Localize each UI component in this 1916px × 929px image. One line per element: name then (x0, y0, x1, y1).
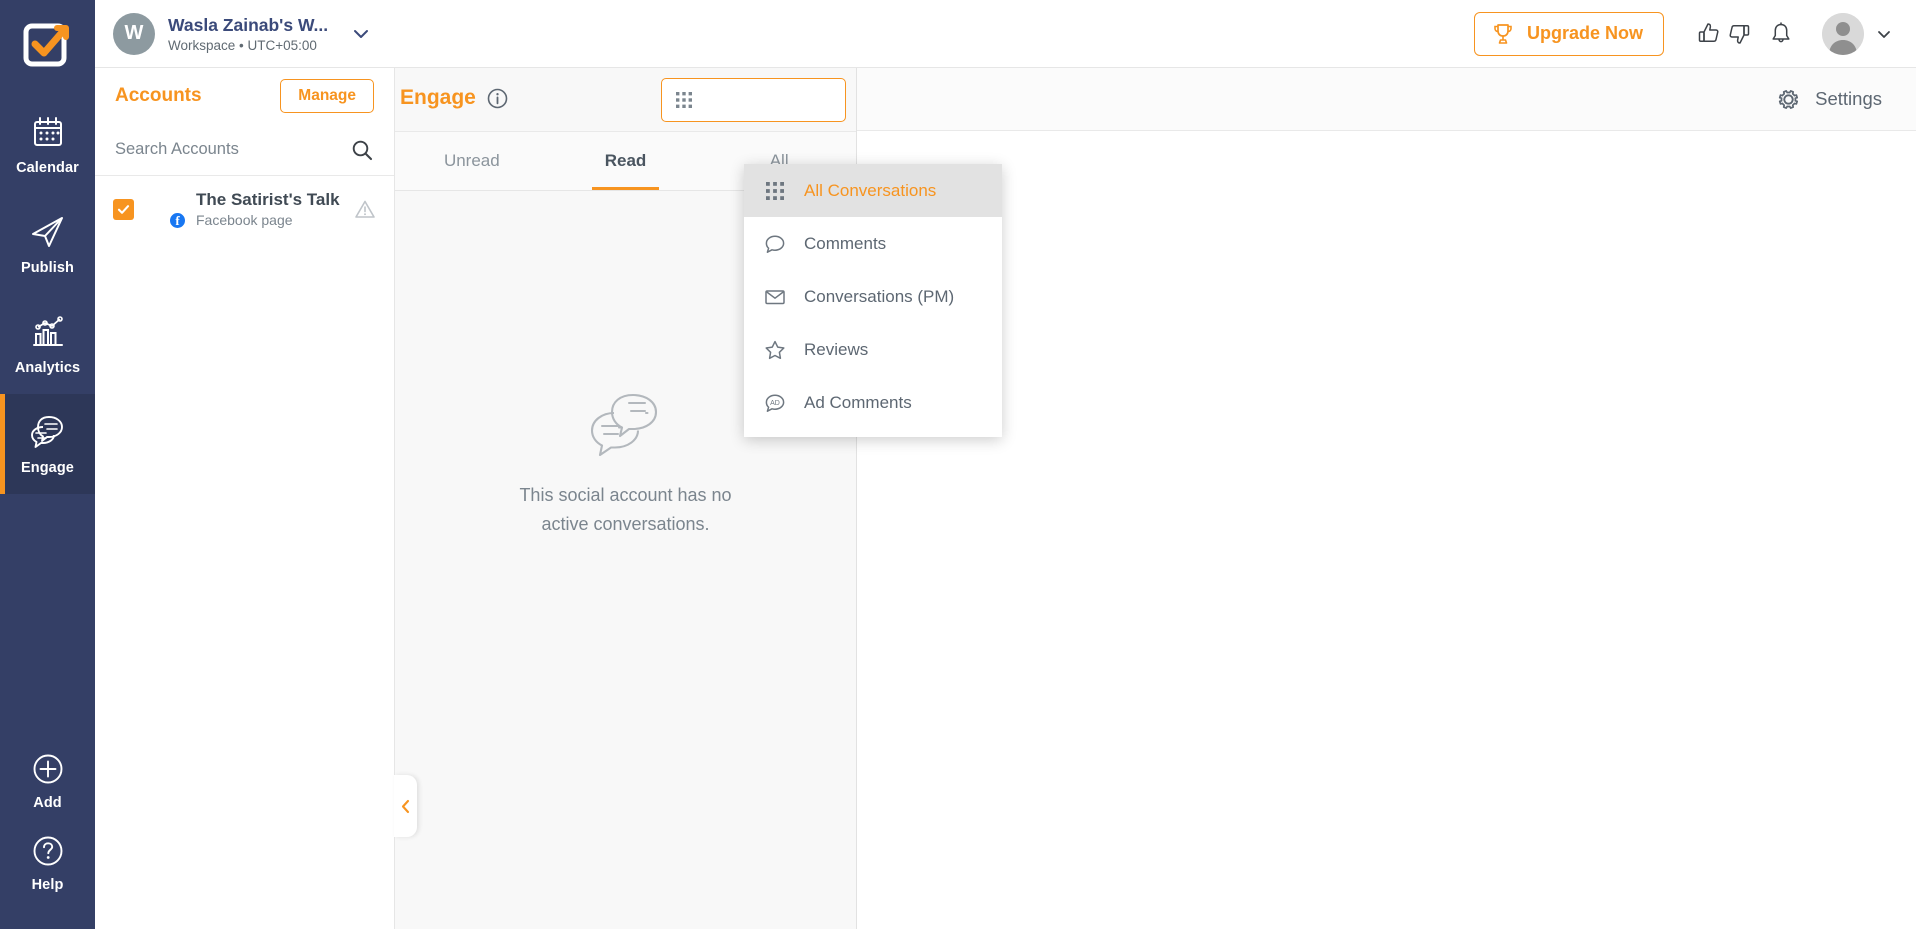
dropdown-item-comments[interactable]: Comments (744, 217, 1002, 270)
chevron-down-icon[interactable] (1874, 24, 1894, 44)
grid-dots-icon (764, 180, 786, 202)
sidebar-item-label: Engage (21, 460, 74, 476)
dropdown-item-label: Ad Comments (804, 393, 912, 413)
empty-state-text: This social account has no active conver… (519, 481, 731, 539)
sidebar-item-label: Publish (21, 260, 74, 276)
sidebar-item-label: Analytics (15, 360, 80, 376)
feedback-buttons[interactable] (1690, 20, 1758, 47)
content-row: Accounts Manage (95, 68, 1916, 929)
accounts-list: f The Satirist's Talk Facebook page (95, 176, 394, 929)
thumbs-down-icon[interactable] (1725, 20, 1752, 47)
account-text: The Satirist's Talk Facebook page (196, 190, 336, 228)
paper-plane-icon (28, 212, 68, 252)
account-name: The Satirist's Talk (196, 190, 336, 210)
facebook-icon: f (168, 211, 187, 230)
list-item[interactable]: f The Satirist's Talk Facebook page (95, 176, 394, 242)
tab-unread[interactable]: Unread (395, 132, 549, 190)
search-icon[interactable] (350, 138, 374, 162)
primary-navigation-rail: Calendar Publish (0, 0, 95, 929)
top-bar-icons (1690, 11, 1894, 57)
workspace-text: Wasla Zainab's W... Workspace • UTC+05:0… (168, 15, 328, 53)
chat-bubbles-outline-icon (587, 391, 665, 459)
sidebar-item-label: Add (33, 795, 62, 811)
chevron-down-icon[interactable] (350, 23, 372, 45)
settings-label: Settings (1815, 88, 1882, 110)
main-region: W Wasla Zainab's W... Workspace • UTC+05… (95, 0, 1916, 929)
bell-icon[interactable] (1758, 11, 1804, 57)
sidebar-item-help[interactable]: Help (0, 821, 95, 903)
envelope-icon (764, 286, 786, 308)
trophy-icon (1491, 22, 1515, 46)
app-root: Calendar Publish (0, 0, 1916, 929)
accounts-search[interactable] (95, 124, 394, 176)
accounts-header: Accounts Manage (95, 68, 394, 124)
star-outline-icon (764, 339, 786, 361)
rail-bottom-actions: Add Help (0, 739, 95, 929)
upgrade-now-button[interactable]: Upgrade Now (1474, 12, 1664, 56)
sidebar-item-label: Help (32, 877, 64, 893)
dropdown-item-label: All Conversations (804, 181, 936, 201)
account-checkbox[interactable] (113, 199, 134, 220)
dropdown-item-ad-comments[interactable]: AD Ad Comments (744, 376, 1002, 429)
warning-triangle-icon[interactable] (354, 198, 376, 220)
bar-chart-icon (28, 312, 68, 352)
settings-button[interactable]: Settings (1775, 86, 1882, 113)
conversation-type-dropdown: All Conversations Comments Conversations… (744, 164, 1002, 437)
account-avatar: f (146, 190, 184, 228)
dropdown-item-label: Comments (804, 234, 886, 254)
detail-body (857, 131, 1916, 929)
upgrade-now-label: Upgrade Now (1527, 23, 1643, 44)
sidebar-item-calendar[interactable]: Calendar (0, 94, 95, 194)
sidebar-item-analytics[interactable]: Analytics (0, 294, 95, 394)
question-circle-icon (28, 831, 68, 871)
thumbs-up-icon[interactable] (1696, 20, 1723, 47)
dropdown-item-label: Conversations (PM) (804, 287, 954, 307)
sidebar-item-publish[interactable]: Publish (0, 194, 95, 294)
plus-circle-icon (28, 749, 68, 789)
page-title: Engage (400, 86, 476, 110)
dropdown-item-reviews[interactable]: Reviews (744, 323, 1002, 376)
top-bar: W Wasla Zainab's W... Workspace • UTC+05… (95, 0, 1916, 68)
rail-item-list: Calendar Publish (0, 94, 95, 494)
calendar-icon (28, 112, 68, 152)
sidebar-item-add[interactable]: Add (0, 739, 95, 821)
conversation-type-filter-button[interactable] (661, 78, 846, 122)
workspace-subtitle: Workspace • UTC+05:00 (168, 38, 328, 53)
chevron-left-icon (399, 798, 412, 815)
workspace-avatar: W (113, 13, 155, 55)
manage-accounts-button[interactable]: Manage (280, 79, 374, 113)
comment-bubble-icon (764, 233, 786, 255)
engage-page-title-group: Engage (400, 86, 508, 110)
sidebar-item-engage[interactable]: Engage (0, 394, 95, 494)
gear-icon (1775, 86, 1802, 113)
chat-bubbles-icon (28, 412, 68, 452)
empty-state-line-2: active conversations. (519, 510, 731, 539)
detail-header: Settings (857, 68, 1916, 131)
search-input[interactable] (115, 140, 342, 159)
workspace-title: Wasla Zainab's W... (168, 15, 328, 36)
avatar[interactable] (1822, 13, 1864, 55)
account-type: Facebook page (196, 212, 336, 228)
dropdown-item-conversations-pm[interactable]: Conversations (PM) (744, 270, 1002, 323)
grid-dots-icon (676, 92, 692, 108)
conversation-detail-pane: Settings (857, 68, 1916, 929)
workspace-switcher[interactable]: W Wasla Zainab's W... Workspace • UTC+05… (113, 13, 328, 55)
dropdown-item-all-conversations[interactable]: All Conversations (744, 164, 1002, 217)
empty-state-line-1: This social account has no (519, 481, 731, 510)
sidebar-item-label: Calendar (16, 160, 79, 176)
accounts-panel: Accounts Manage (95, 68, 395, 929)
app-logo[interactable] (20, 16, 76, 72)
page-title: Accounts (115, 85, 202, 107)
tab-read[interactable]: Read (549, 132, 703, 190)
collapse-panel-handle[interactable] (394, 775, 417, 837)
info-circle-icon[interactable] (487, 88, 508, 109)
dropdown-item-label: Reviews (804, 340, 868, 360)
ad-comment-icon: AD (764, 392, 786, 414)
svg-text:AD: AD (770, 400, 780, 407)
